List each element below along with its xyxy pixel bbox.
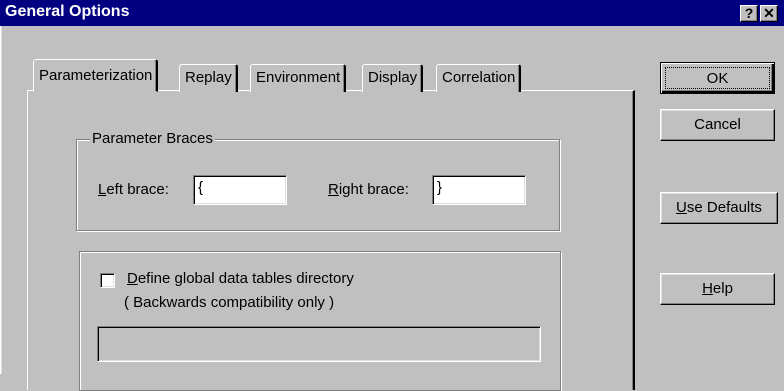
tab-environment[interactable]: Environment [250,64,347,92]
title-bar: General Options ? ✕ [0,0,784,26]
close-icon[interactable]: ✕ [760,5,778,22]
ok-button[interactable]: OK [660,62,775,94]
tab-label: Parameterization [39,67,153,84]
help-icon[interactable]: ? [740,5,758,22]
tab-label: Display [368,69,418,86]
left-brace-input[interactable]: { [193,175,287,205]
use-defaults-button[interactable]: Use Defaults [660,192,778,224]
tab-display[interactable]: Display [362,64,424,92]
tab-label: Replay [185,69,232,86]
tab-parameterization[interactable]: Parameterization [33,59,159,92]
define-global-tables-checkbox[interactable] [100,273,115,288]
tab-replay[interactable]: Replay [179,64,238,92]
window-border [0,26,2,374]
parameter-braces-label: Parameter Braces [90,130,215,147]
right-brace-input[interactable]: } [432,175,526,205]
define-global-tables-label[interactable]: Define global data tables directory [127,270,354,287]
cancel-button[interactable]: Cancel [660,109,775,141]
global-tables-directory-input [97,326,541,362]
right-brace-label: Right brace: [328,181,409,198]
left-brace-label: Left brace: [98,181,169,198]
window-title: General Options [5,3,130,20]
tab-label: Correlation [442,69,516,86]
tab-label: Environment [256,69,341,86]
help-button[interactable]: Help [660,273,775,305]
tab-correlation[interactable]: Correlation [436,64,522,92]
backwards-compat-note: ( Backwards compatibility only ) [124,294,335,311]
focus-rect: OK [665,67,770,89]
